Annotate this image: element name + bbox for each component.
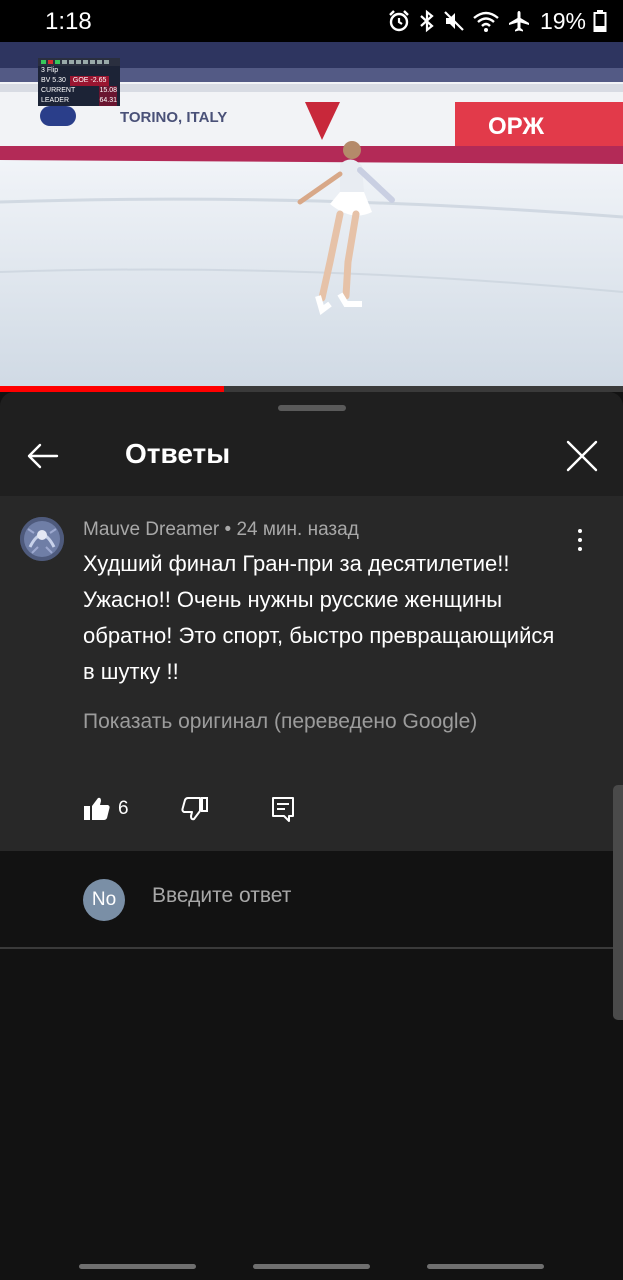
status-time: 1:18 bbox=[45, 8, 92, 35]
battery-percent: 19% bbox=[539, 7, 586, 34]
empty-replies-area bbox=[0, 949, 623, 1280]
comment-time: 24 мин. назад bbox=[236, 519, 359, 540]
drag-handle[interactable] bbox=[278, 405, 346, 411]
arrow-left-icon bbox=[27, 443, 59, 469]
avatar-image bbox=[20, 517, 64, 561]
alarm-icon bbox=[389, 10, 409, 32]
banner-text: TORINO, ITALY bbox=[120, 109, 227, 126]
user-avatar: No bbox=[83, 879, 125, 921]
comment-text: Худший финал Гран-при за десятилетие!! У… bbox=[83, 551, 555, 684]
like-button[interactable] bbox=[82, 794, 112, 824]
close-button[interactable] bbox=[560, 434, 604, 478]
replies-header: Ответы bbox=[0, 414, 623, 496]
page-title: Ответы bbox=[125, 438, 231, 469]
nav-home-button[interactable] bbox=[253, 1264, 370, 1269]
sponsor-text: ОРЖ bbox=[488, 113, 544, 140]
comment-meta: Mauve Dreamer • 24 мин. назад bbox=[83, 519, 359, 541]
avatar[interactable] bbox=[20, 517, 64, 561]
dislike-button[interactable] bbox=[180, 794, 210, 824]
more-vert-icon bbox=[578, 529, 582, 533]
thumb-down-icon bbox=[181, 797, 208, 821]
scoreboard-current: CURRENT 15.08 bbox=[38, 86, 120, 96]
airplane-icon bbox=[508, 11, 529, 32]
meta-separator: • bbox=[224, 519, 232, 540]
scoreboard-element: 3 Flip bbox=[38, 66, 120, 76]
wifi-icon bbox=[473, 11, 499, 32]
comment-icon bbox=[272, 797, 294, 822]
scoreboard-judges bbox=[38, 58, 120, 66]
bluetooth-icon bbox=[420, 9, 434, 33]
status-bar: 1:18 19% bbox=[0, 0, 623, 42]
mute-icon bbox=[444, 11, 464, 31]
scoreboard-bv: BV 5.30 GOE -2.65 bbox=[38, 76, 120, 86]
scrollbar[interactable] bbox=[613, 785, 623, 1020]
scoreboard: 3 Flip BV 5.30 GOE -2.65 CURRENT 15.08 L… bbox=[38, 58, 120, 106]
more-options-button[interactable] bbox=[566, 524, 594, 556]
comment-author[interactable]: Mauve Dreamer bbox=[83, 519, 219, 540]
back-button[interactable] bbox=[22, 436, 62, 476]
battery-icon bbox=[593, 10, 607, 32]
thumb-up-icon bbox=[84, 797, 110, 820]
reply-input[interactable] bbox=[152, 884, 572, 908]
show-original-link[interactable]: Показать оригинал (переведено Google) bbox=[83, 710, 477, 734]
like-count: 6 bbox=[118, 798, 129, 819]
close-icon bbox=[566, 440, 598, 472]
nav-recents-button[interactable] bbox=[79, 1264, 196, 1269]
status-icons: 19% bbox=[387, 8, 607, 34]
reply-button[interactable] bbox=[268, 794, 298, 824]
nav-back-button[interactable] bbox=[427, 1264, 544, 1269]
scoreboard-leader: LEADER 64.31 bbox=[38, 96, 120, 106]
